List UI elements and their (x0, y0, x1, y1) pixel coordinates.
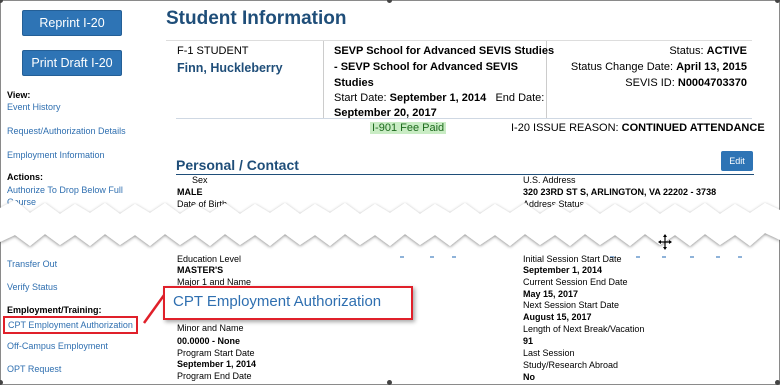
sidebar-link-request-authorization-details[interactable]: Request/Authorization Details (7, 125, 126, 137)
study-abroad-value: No (523, 372, 535, 382)
sex-value: MALE (177, 187, 203, 197)
student-name: Finn, Huckleberry (177, 61, 283, 75)
initial-session-label: Initial Session Start Date (523, 254, 622, 264)
next-break-label: Length of Next Break/Vacation (523, 324, 645, 334)
status-change-date: Status Change Date: April 13, 2015 (571, 61, 747, 73)
start-date-label: Start Date: (334, 92, 387, 104)
status-change-label: Status Change Date: (570, 61, 673, 73)
sevis-id-label: SEVIS ID: (625, 77, 675, 89)
section-title-personal-contact: Personal / Contact (176, 157, 299, 173)
section-divider (176, 174, 754, 175)
program-start-label: Program Start Date (177, 348, 255, 358)
start-date: Start Date: September 1, 2014 End Date: (334, 92, 544, 104)
sidebar-link-transfer-out[interactable]: Transfer Out (7, 258, 57, 270)
last-session-label: Last Session (523, 348, 575, 358)
sevis-id: SEVIS ID: N0004703370 (625, 77, 747, 89)
employment-training-heading: Employment/Training: (7, 305, 102, 315)
us-address-value: 320 23RD ST S, ARLINGTON, VA 22202 - 373… (523, 187, 717, 197)
divider (176, 118, 752, 119)
school-name-line1: SEVP School for Advanced SEVIS Studies (334, 45, 555, 57)
end-date-label: End Date: (495, 92, 545, 104)
page-title: Student Information (166, 8, 347, 29)
school-name-line2: - SEVP School for Advanced SEVIS (334, 61, 518, 73)
next-break-value: 91 (523, 336, 534, 346)
fee-paid-badge: I-901 Fee Paid (370, 122, 447, 134)
move-cursor-icon (658, 234, 672, 250)
education-level-value: MASTER'S (177, 265, 224, 275)
sex-label: Sex (192, 175, 208, 185)
sidebar-link-employment-information[interactable]: Employment Information (7, 149, 105, 161)
corner-handle (775, 380, 780, 385)
actions-heading: Actions: (7, 172, 43, 182)
status-label: Status: (669, 45, 704, 57)
sidebar-link-off-campus-employment[interactable]: Off-Campus Employment (7, 340, 108, 352)
program-start-value: September 1, 2014 (177, 359, 257, 369)
callout-box: CPT Employment Authorization (163, 286, 413, 320)
corner-handle (387, 380, 392, 385)
status: Status: ACTIVE (669, 45, 747, 57)
status-value: ACTIVE (706, 45, 747, 57)
program-end-label: Program End Date (177, 371, 252, 381)
issue-reason-value: CONTINUED ATTENDANCE (621, 122, 765, 134)
school-name-line3: Studies (334, 77, 374, 89)
next-session-start-value: August 15, 2017 (523, 312, 592, 322)
sidebar-link-cpt-employment-authorization[interactable]: CPT Employment Authorization (3, 316, 138, 334)
student-type: F-1 STUDENT (177, 45, 249, 57)
initial-session-value: September 1, 2014 (523, 265, 603, 275)
education-level-label: Education Level (177, 254, 242, 264)
sevis-id-value: N0004703370 (677, 77, 747, 89)
study-abroad-label: Study/Research Abroad (523, 360, 619, 370)
issue-reason-label: I-20 ISSUE REASON: (511, 122, 619, 134)
minor-value: 00.0000 - None (177, 336, 241, 346)
minor-label: Minor and Name (177, 323, 244, 333)
issue-reason: I-20 ISSUE REASON: CONTINUED ATTENDANCE (511, 122, 765, 134)
sidebar-link-verify-status[interactable]: Verify Status (7, 281, 58, 293)
next-session-start-label: Next Session Start Date (523, 300, 620, 310)
print-draft-i20-button[interactable]: Print Draft I-20 (22, 50, 122, 76)
start-date-value: September 1, 2014 (389, 92, 487, 104)
status-change-value: April 13, 2015 (676, 61, 747, 73)
sidebar-link-opt-request[interactable]: OPT Request (7, 363, 61, 375)
us-address-label: U.S. Address (523, 175, 576, 185)
current-session-end-label: Current Session End Date (523, 277, 628, 287)
callout-label: CPT Employment Authorization (173, 293, 382, 310)
edit-button[interactable]: Edit (721, 151, 753, 171)
sidebar-link-event-history[interactable]: Event History (7, 101, 61, 113)
divider (323, 41, 324, 119)
view-heading: View: (7, 90, 31, 100)
current-session-end-value: May 15, 2017 (523, 289, 579, 299)
sidebar-link-authorize-drop-line1[interactable]: Authorize To Drop Below Full (7, 184, 123, 196)
reprint-i20-button[interactable]: Reprint I-20 (22, 10, 122, 36)
